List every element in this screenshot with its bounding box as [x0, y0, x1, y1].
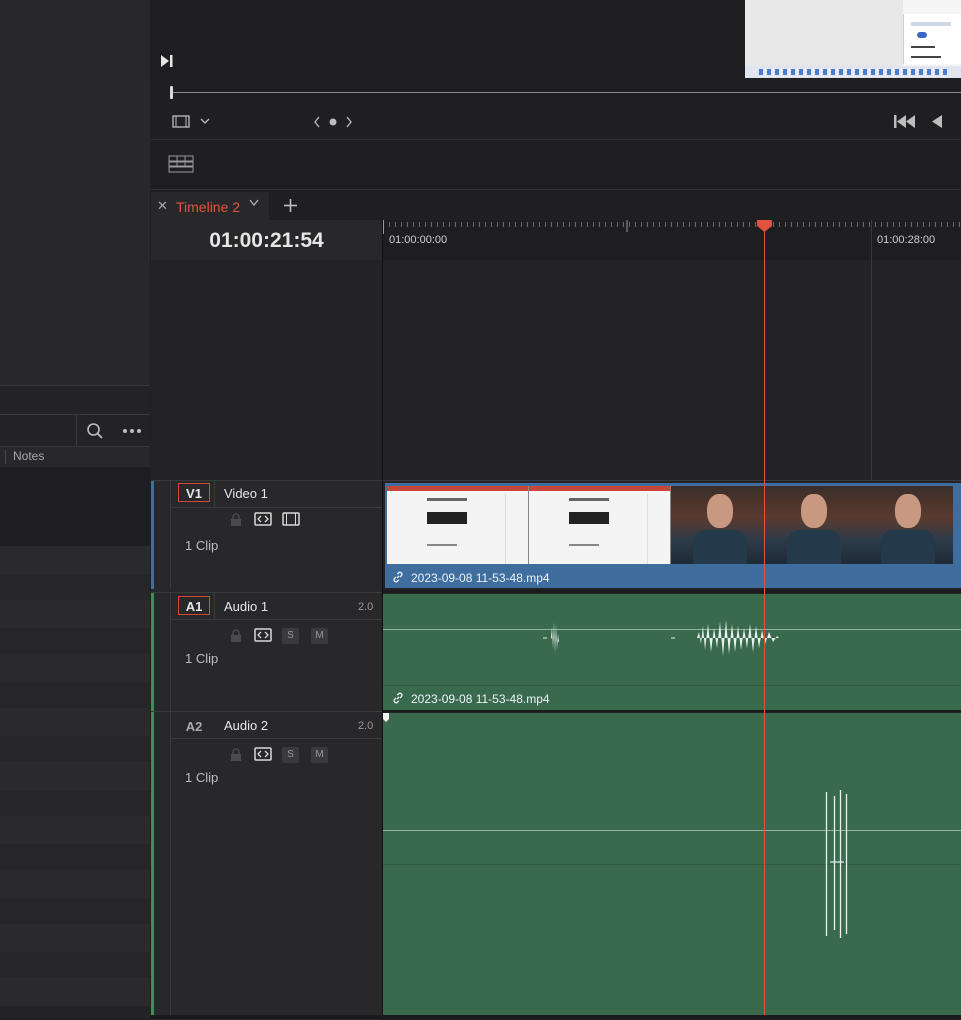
- lock-icon[interactable]: [229, 513, 243, 527]
- timeline-view-options-icon[interactable]: [168, 155, 194, 173]
- thumbnail: [387, 486, 529, 564]
- audio-clip-name: 2023-09-08 11-53-48.mp4: [411, 692, 550, 706]
- list-item[interactable]: [0, 843, 150, 871]
- list-item[interactable]: [0, 466, 150, 547]
- list-item[interactable]: [0, 573, 150, 601]
- divider: [0, 385, 150, 386]
- search-icon[interactable]: [86, 422, 104, 440]
- ruler-label-start: 01:00:00:00: [389, 234, 448, 246]
- bottom-scrollbar[interactable]: [151, 1015, 961, 1019]
- audio-waveform: [825, 790, 848, 938]
- lock-icon[interactable]: [229, 629, 243, 643]
- track-name-video-1[interactable]: Video 1: [224, 486, 268, 501]
- timecode-display[interactable]: 01:00:21:54: [151, 229, 382, 253]
- track-clip-count: 1 Clip: [185, 538, 219, 553]
- list-item[interactable]: [0, 924, 150, 952]
- disable-video-track-icon[interactable]: [282, 512, 300, 527]
- ruler-label-28s: 01:00:28:00: [877, 234, 936, 246]
- grid-line: [871, 220, 872, 480]
- link-icon: [393, 692, 403, 704]
- clip-navigation[interactable]: [312, 115, 356, 129]
- list-item[interactable]: [0, 816, 150, 844]
- list-item[interactable]: [0, 762, 150, 790]
- auto-track-select-icon[interactable]: [254, 628, 272, 643]
- more-options-icon[interactable]: [122, 428, 142, 434]
- media-pool-upper: [0, 0, 150, 385]
- auto-track-select-icon[interactable]: [254, 512, 272, 527]
- mute-button[interactable]: M: [311, 747, 328, 763]
- timeline-ruler[interactable]: [383, 220, 961, 261]
- scrubber-handle[interactable]: [170, 86, 173, 99]
- next-frame-icon[interactable]: [160, 54, 174, 68]
- video-clip-name: 2023-09-08 11-53-48.mp4: [411, 571, 550, 585]
- list-item[interactable]: [0, 789, 150, 817]
- skip-to-start-icon[interactable]: [893, 114, 917, 129]
- column-header: Notes: [0, 446, 150, 467]
- toolbar-separator: [76, 415, 77, 447]
- track-id-a1[interactable]: A1: [178, 596, 210, 615]
- link-icon: [393, 571, 403, 583]
- track-clip-count: 1 Clip: [185, 770, 219, 785]
- thumbnail: [671, 486, 765, 564]
- list-item[interactable]: [0, 627, 150, 655]
- add-timeline-icon[interactable]: [283, 198, 298, 213]
- close-icon[interactable]: ✕: [157, 198, 168, 214]
- play-reverse-icon[interactable]: [930, 114, 944, 129]
- thumbnail: [765, 486, 859, 564]
- tab-title[interactable]: Timeline 2: [176, 199, 240, 215]
- channel-format: 2.0: [358, 601, 374, 613]
- clip-marker-icon[interactable]: [381, 712, 391, 724]
- notes-column-label[interactable]: Notes: [13, 449, 44, 463]
- chevron-down-icon[interactable]: [248, 198, 260, 208]
- track-clip-count: 1 Clip: [185, 651, 219, 666]
- clip-thumbnails: [387, 486, 961, 564]
- playhead-handle[interactable]: [757, 220, 772, 232]
- scrubber-track[interactable]: [172, 92, 961, 93]
- list-item[interactable]: [0, 600, 150, 628]
- clip-view-dropdown[interactable]: [172, 114, 212, 130]
- ruler-ticks: [383, 220, 961, 234]
- solo-button[interactable]: S: [282, 628, 299, 644]
- track-name-audio-2[interactable]: Audio 2: [224, 718, 268, 733]
- timeline-tab-bar: [151, 190, 961, 220]
- list-item[interactable]: [0, 546, 150, 574]
- list-item[interactable]: [0, 735, 150, 763]
- audio-waveform: [543, 620, 779, 656]
- track-color-bar: [151, 712, 154, 1016]
- lock-icon[interactable]: [229, 748, 243, 762]
- track-id-v1[interactable]: V1: [178, 483, 210, 502]
- track-id-a2[interactable]: A2: [178, 716, 210, 735]
- track-header-empty-space: [151, 260, 382, 480]
- playhead-line[interactable]: [764, 226, 765, 1016]
- list-item[interactable]: [0, 870, 150, 898]
- list-item[interactable]: [0, 897, 150, 925]
- auto-track-select-icon[interactable]: [254, 747, 272, 762]
- channel-format: 2.0: [358, 720, 374, 732]
- mute-button[interactable]: M: [311, 628, 328, 644]
- thumbnail: [859, 486, 953, 564]
- list-item[interactable]: [0, 978, 150, 1006]
- list-item[interactable]: [0, 681, 150, 709]
- list-item[interactable]: [0, 708, 150, 736]
- track-color-bar: [151, 481, 154, 589]
- track-name-audio-1[interactable]: Audio 1: [224, 599, 268, 614]
- solo-button[interactable]: S: [282, 747, 299, 763]
- left-toolbar: [0, 414, 150, 447]
- thumbnail: [529, 486, 671, 564]
- divider: [151, 139, 961, 140]
- track-color-bar: [151, 593, 154, 711]
- list-item[interactable]: [0, 654, 150, 682]
- viewer-preview-image: [745, 0, 961, 78]
- list-item[interactable]: [0, 951, 150, 979]
